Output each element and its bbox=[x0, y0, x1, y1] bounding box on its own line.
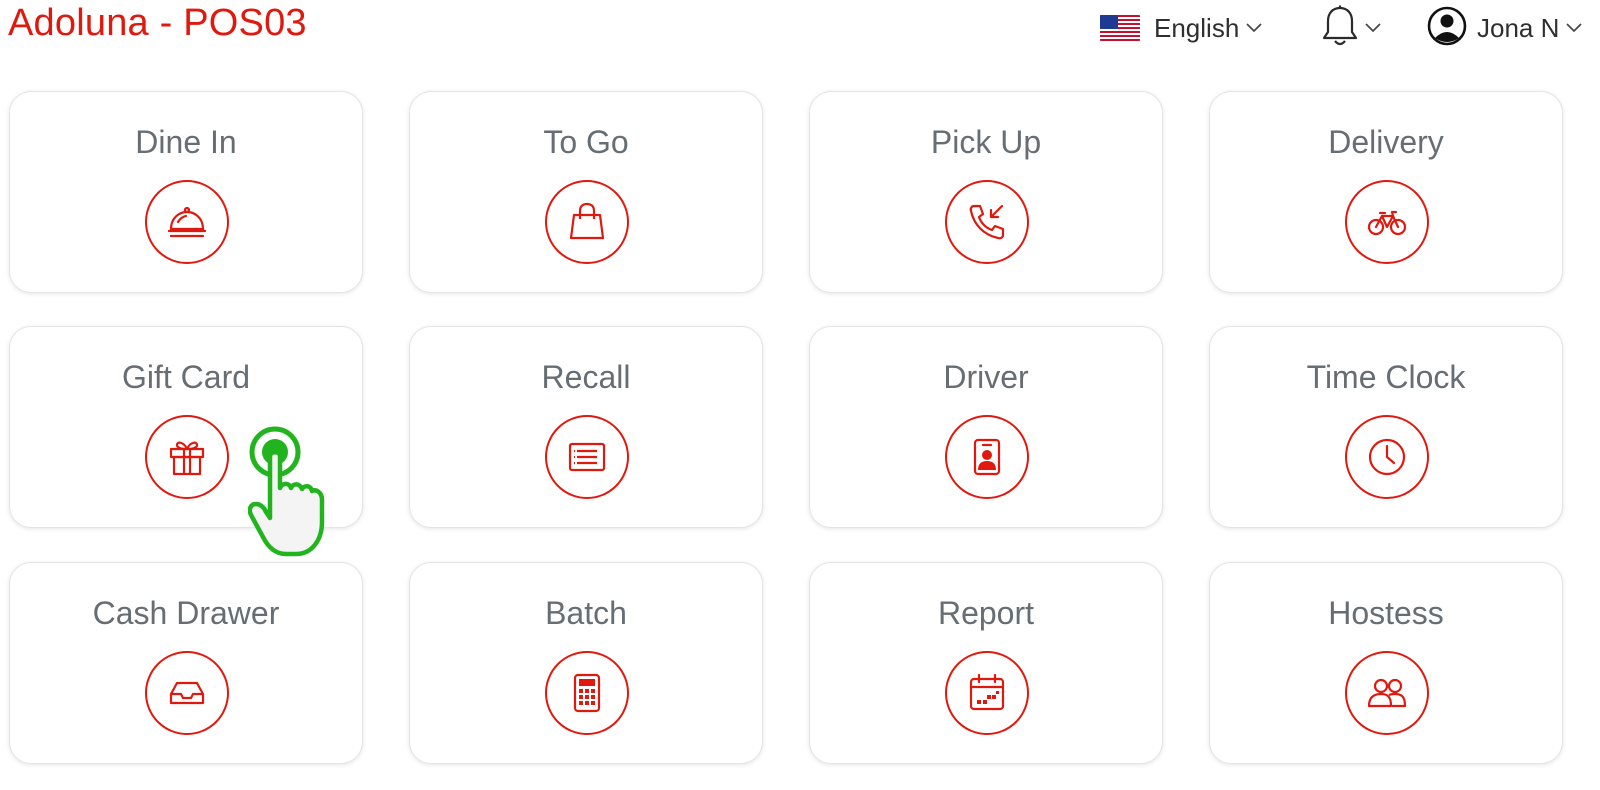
tile-dine-in[interactable]: Dine In bbox=[9, 91, 363, 293]
chevron-down-icon bbox=[1365, 23, 1381, 33]
tile-driver[interactable]: Driver bbox=[809, 326, 1163, 528]
tile-label: Time Clock bbox=[1306, 359, 1466, 395]
tile-label: To Go bbox=[543, 124, 629, 160]
tap-cursor-icon bbox=[247, 426, 328, 565]
tile-pick-up[interactable]: Pick Up bbox=[809, 91, 1163, 293]
inbox-tray-icon bbox=[145, 651, 229, 735]
phone-incoming-icon bbox=[945, 180, 1029, 264]
tile-label: Recall bbox=[541, 359, 631, 395]
chevron-down-icon bbox=[1246, 23, 1262, 33]
tile-report[interactable]: Report bbox=[809, 562, 1163, 764]
tile-label: Batch bbox=[545, 595, 627, 631]
tile-cash-drawer[interactable]: Cash Drawer bbox=[9, 562, 363, 764]
us-flag-icon bbox=[1100, 15, 1140, 41]
bicycle-icon bbox=[1345, 180, 1429, 264]
tile-time-clock[interactable]: Time Clock bbox=[1209, 326, 1563, 528]
chevron-down-icon bbox=[1566, 23, 1583, 33]
language-label: English bbox=[1154, 12, 1240, 43]
user-circle-icon bbox=[1427, 6, 1467, 51]
gift-icon bbox=[145, 415, 229, 499]
clock-icon bbox=[1345, 415, 1429, 499]
tile-label: Delivery bbox=[1328, 124, 1444, 160]
calculator-icon bbox=[545, 651, 629, 735]
tile-batch[interactable]: Batch bbox=[409, 562, 763, 764]
calendar-report-icon bbox=[945, 651, 1029, 735]
tile-label: Pick Up bbox=[930, 124, 1042, 160]
tile-label: Hostess bbox=[1328, 595, 1444, 631]
shopping-bag-icon bbox=[545, 180, 629, 264]
tile-label: Gift Card bbox=[121, 359, 251, 395]
tile-label: Cash Drawer bbox=[92, 595, 280, 631]
user-name: Jona N bbox=[1477, 12, 1560, 43]
tile-label: Driver bbox=[943, 359, 1029, 395]
receipt-list-icon bbox=[545, 415, 629, 499]
user-menu[interactable]: Jona N bbox=[1427, 6, 1583, 51]
driver-badge-icon bbox=[945, 415, 1029, 499]
app-title: Adoluna - POS03 bbox=[8, 2, 307, 44]
tile-label: Dine In bbox=[135, 124, 237, 160]
people-icon bbox=[1345, 651, 1429, 735]
tile-hostess[interactable]: Hostess bbox=[1209, 562, 1563, 764]
cloche-icon bbox=[145, 180, 229, 264]
language-selector[interactable]: English bbox=[1100, 6, 1262, 50]
notifications-button[interactable] bbox=[1322, 5, 1381, 52]
tile-label: Report bbox=[937, 595, 1035, 631]
tile-delivery[interactable]: Delivery bbox=[1209, 91, 1563, 293]
tile-recall[interactable]: Recall bbox=[409, 326, 763, 528]
bell-icon bbox=[1322, 5, 1358, 52]
tile-to-go[interactable]: To Go bbox=[409, 91, 763, 293]
